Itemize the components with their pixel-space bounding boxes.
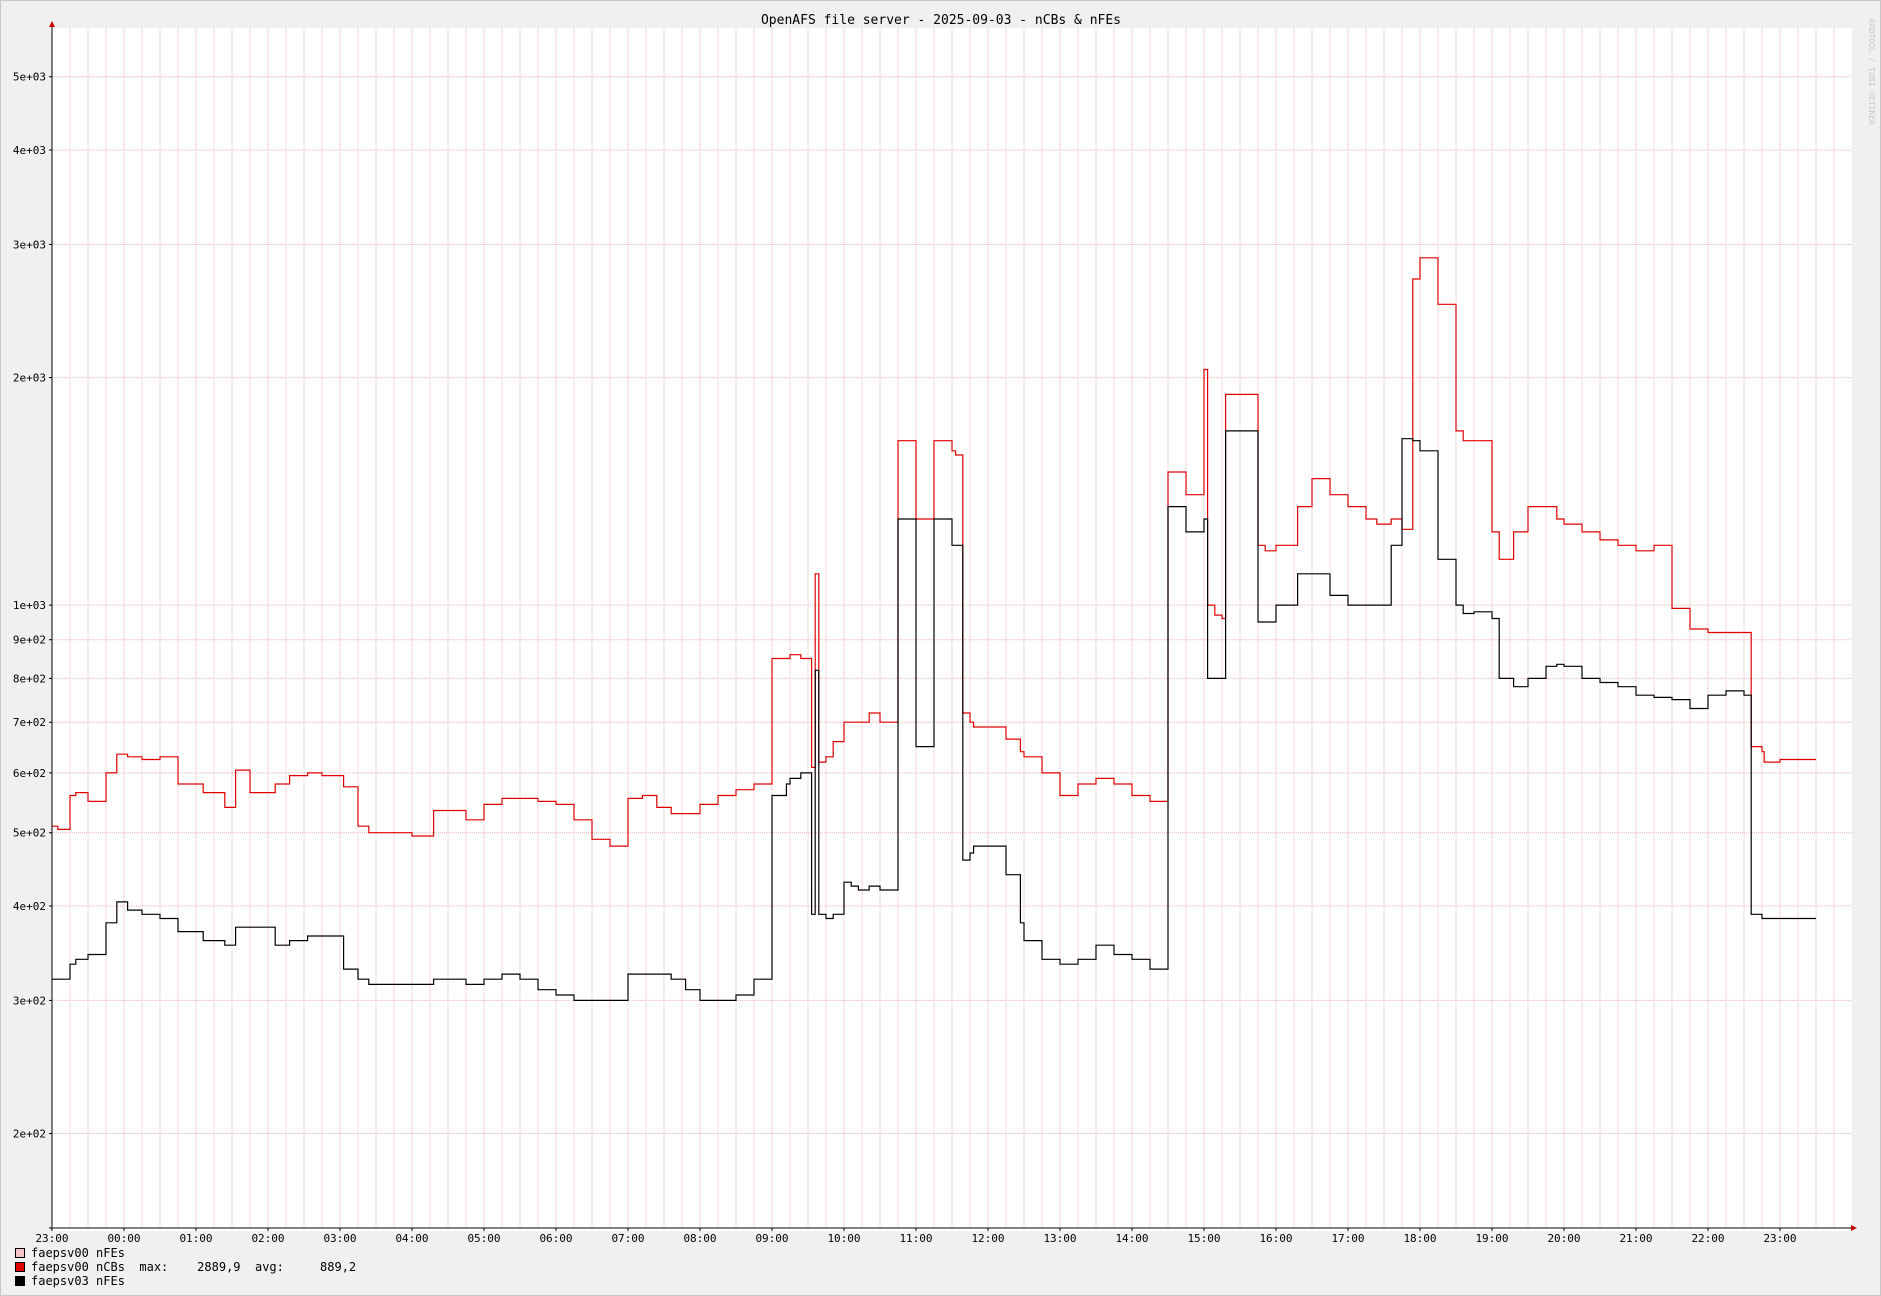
x-tick-label: 04:00 bbox=[395, 1232, 428, 1245]
y-tick-label: 6e+02 bbox=[13, 767, 46, 780]
legend-label: faepsv00 nCBs bbox=[31, 1260, 125, 1274]
x-tick-label: 20:00 bbox=[1547, 1232, 1580, 1245]
x-tick-label: 19:00 bbox=[1475, 1232, 1508, 1245]
legend-avg-label: avg: bbox=[240, 1260, 284, 1274]
x-tick-label: 21:00 bbox=[1619, 1232, 1652, 1245]
y-tick-label: 9e+02 bbox=[13, 634, 46, 647]
x-tick-labels: 23:00 00:00 01:00 02:00 03:00 04:00 05:00 06:00… bbox=[35, 1232, 1796, 1245]
y-tick-label: 5e+02 bbox=[13, 827, 46, 840]
y-tick-label: 7e+02 bbox=[13, 716, 46, 729]
y-tick-label: 3e+02 bbox=[13, 994, 46, 1007]
x-tick-label: 23:00 bbox=[35, 1232, 68, 1245]
legend-swatch bbox=[15, 1248, 25, 1258]
y-tick-label: 2e+03 bbox=[13, 372, 46, 385]
x-tick-label: 15:00 bbox=[1187, 1232, 1220, 1245]
legend-swatch bbox=[15, 1262, 25, 1272]
x-tick-label: 11:00 bbox=[899, 1232, 932, 1245]
chart-frame: 23:00 00:00 01:00 02:00 03:00 04:00 05:00 06:00… bbox=[0, 0, 1881, 1296]
x-tick-label: 16:00 bbox=[1259, 1232, 1292, 1245]
x-tick-label: 18:00 bbox=[1403, 1232, 1436, 1245]
x-tick-label: 05:00 bbox=[467, 1232, 500, 1245]
rrdtool-watermark: RRDTOOL / TOBI OETIKER bbox=[1867, 19, 1876, 125]
x-tick-label: 22:00 bbox=[1691, 1232, 1724, 1245]
y-tick-label: 4e+02 bbox=[13, 900, 46, 913]
y-tick-label: 5e+03 bbox=[13, 71, 46, 84]
y-tick-label: 1e+03 bbox=[13, 599, 46, 612]
y-axis-arrow bbox=[49, 21, 55, 27]
legend-max-value: 2889,9 bbox=[168, 1260, 241, 1274]
x-tick-label: 23:00 bbox=[1763, 1232, 1796, 1245]
x-tick-label: 01:00 bbox=[179, 1232, 212, 1245]
y-tick-label: 3e+03 bbox=[13, 238, 46, 251]
y-tick-label: 2e+02 bbox=[13, 1128, 46, 1141]
line-chart: 23:00 00:00 01:00 02:00 03:00 04:00 05:00 06:00… bbox=[13, 13, 1876, 1245]
x-axis-arrow bbox=[1851, 1225, 1857, 1231]
chart-legend: faepsv00 nFEs faepsv00 nCBs max: 2889,9 a… bbox=[15, 1246, 356, 1288]
legend-swatch bbox=[15, 1276, 25, 1286]
legend-entry: faepsv00 nCBs max: 2889,9 avg: 889,2 bbox=[15, 1260, 356, 1274]
y-tick-labels: 2e+02 3e+02 4e+02 5e+02 6e+02 7e+02 8e+02 9e+02… bbox=[13, 71, 46, 1141]
x-tick-label: 17:00 bbox=[1331, 1232, 1364, 1245]
x-tick-label: 02:00 bbox=[251, 1232, 284, 1245]
x-tick-label: 07:00 bbox=[611, 1232, 644, 1245]
x-tick-label: 00:00 bbox=[107, 1232, 140, 1245]
y-tick-label: 4e+03 bbox=[13, 144, 46, 157]
x-tick-label: 08:00 bbox=[683, 1232, 716, 1245]
x-tick-label: 10:00 bbox=[827, 1232, 860, 1245]
x-tick-label: 14:00 bbox=[1115, 1232, 1148, 1245]
legend-label: faepsv03 nFEs bbox=[31, 1274, 125, 1288]
legend-entry: faepsv03 nFEs bbox=[15, 1274, 356, 1288]
x-tick-label: 09:00 bbox=[755, 1232, 788, 1245]
legend-entry: faepsv00 nFEs bbox=[15, 1246, 356, 1260]
chart-title: OpenAFS file server - 2025-09-03 - nCBs … bbox=[761, 13, 1121, 28]
x-tick-label: 13:00 bbox=[1043, 1232, 1076, 1245]
legend-avg-value: 889,2 bbox=[283, 1260, 357, 1274]
x-tick-label: 12:00 bbox=[971, 1232, 1004, 1245]
x-tick-label: 03:00 bbox=[323, 1232, 356, 1245]
y-tick-label: 8e+02 bbox=[13, 672, 46, 685]
x-tick-label: 06:00 bbox=[539, 1232, 572, 1245]
legend-max-label: max: bbox=[124, 1260, 169, 1274]
legend-label: faepsv00 nFEs bbox=[31, 1246, 125, 1260]
